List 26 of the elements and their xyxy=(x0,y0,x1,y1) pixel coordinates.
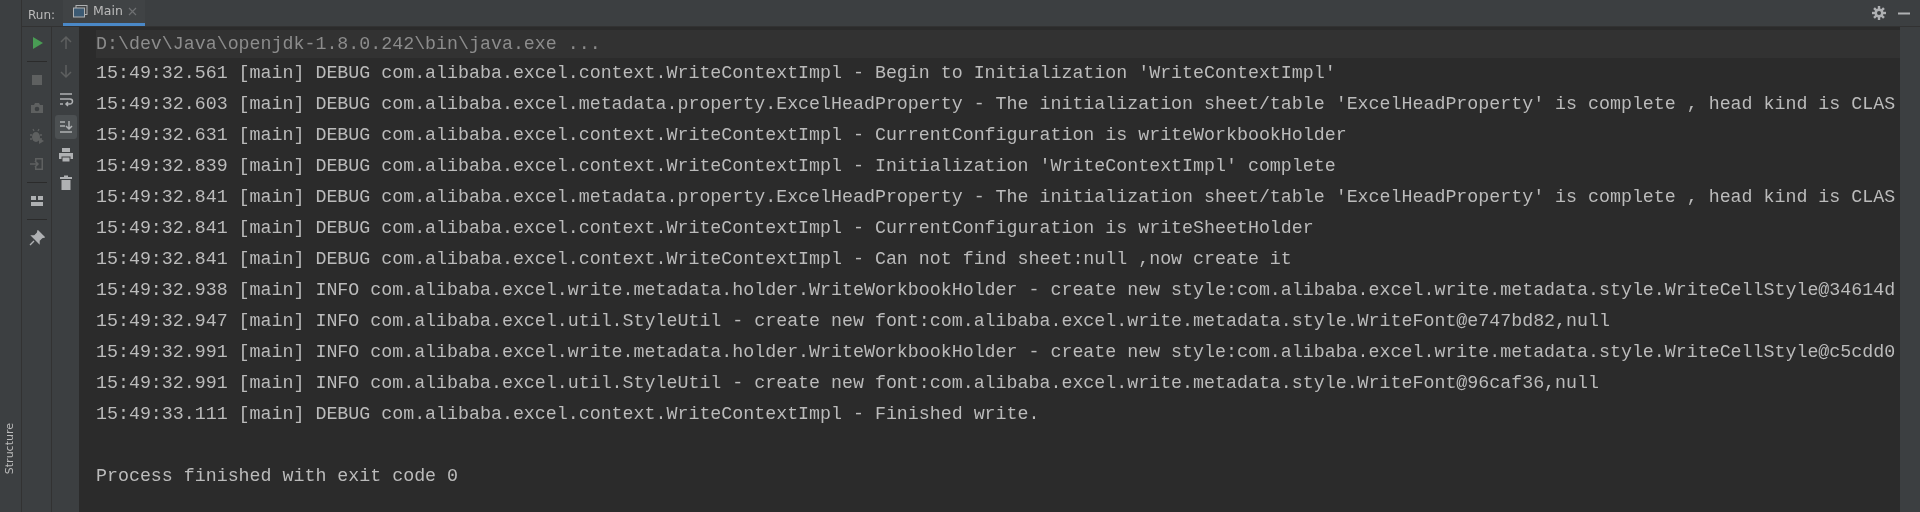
log-line: 15:49:32.947 [main] INFO com.alibaba.excel.util.StyleUtil - create new font:com.alibaba.excel.write.metadata.style.WriteFont@e747bd82,null xyxy=(96,310,1611,333)
log-line: 15:49:32.561 [main] DEBUG com.alibaba.excel.context.WriteContextImpl - Begin to Initialization 'WriteContextImpl' xyxy=(96,62,1337,85)
minimize-icon[interactable] xyxy=(1898,11,1910,15)
layout-icon[interactable] xyxy=(28,193,45,209)
print-icon[interactable] xyxy=(57,147,74,163)
tab[interactable]: Main xyxy=(63,0,145,26)
log-line: 15:49:32.938 [main] INFO com.alibaba.excel.write.metadata.holder.WriteWorkbookHolder - create new style:com.alibaba.excel.write.metadata.style.WriteCellStyle@34614d xyxy=(96,279,1897,302)
log-line: 15:49:32.631 [main] DEBUG com.alibaba.excel.context.WriteContextImpl - CurrentConfiguration is writeWorkbookHolder xyxy=(96,124,1348,147)
scroll-to-end-icon[interactable] xyxy=(57,119,74,135)
log-line: 15:49:32.839 [main] DEBUG com.alibaba.excel.context.WriteContextImpl - Initialization 'WriteContextImpl' complete xyxy=(96,155,1337,178)
trash-icon[interactable] xyxy=(57,175,74,191)
log-line: 15:49:32.991 [main] INFO com.alibaba.excel.util.StyleUtil - create new font:com.alibaba.excel.write.metadata.style.WriteFont@96caf36,null xyxy=(96,372,1600,395)
log-line: 15:49:32.841 [main] DEBUG com.alibaba.excel.metadata.property.ExcelHeadProperty - The initialization sheet/table 'ExcelHeadProperty' is complete , head kind is CLAS xyxy=(96,186,1897,209)
soft-wrap-icon[interactable] xyxy=(57,91,74,107)
log-line: 15:49:32.841 [main] DEBUG com.alibaba.excel.context.WriteContextImpl - CurrentConfiguration is writeSheetHolder xyxy=(96,217,1315,240)
log-line: 15:49:32.991 [main] INFO com.alibaba.excel.write.metadata.holder.WriteWorkbookHolder - create new style:com.alibaba.excel.write.metadata.style.WriteCellStyle@c5cdd0 xyxy=(96,341,1897,364)
log-line: 15:49:33.111 [main] DEBUG com.alibaba.excel.context.WriteContextImpl - Finished write. xyxy=(96,403,1041,426)
window-icon xyxy=(73,5,89,18)
close-icon[interactable] xyxy=(127,7,137,16)
log-line: 15:49:32.603 [main] DEBUG com.alibaba.excel.metadata.property.ExcelHeadProperty - The initialization sheet/table 'ExcelHeadProperty' is complete , head kind is CLAS xyxy=(96,93,1897,116)
pin-icon[interactable] xyxy=(28,230,45,246)
tool-window-button[interactable]: Structure xyxy=(2,422,19,474)
exit-message: Process finished with exit code 0 xyxy=(96,465,460,488)
log-line: 15:49:32.841 [main] DEBUG com.alibaba.excel.context.WriteContextImpl - Can not find sheet:null ,now create it xyxy=(96,248,1293,271)
settings-icon[interactable] xyxy=(1872,6,1886,20)
panel-title: Run: xyxy=(27,7,57,24)
